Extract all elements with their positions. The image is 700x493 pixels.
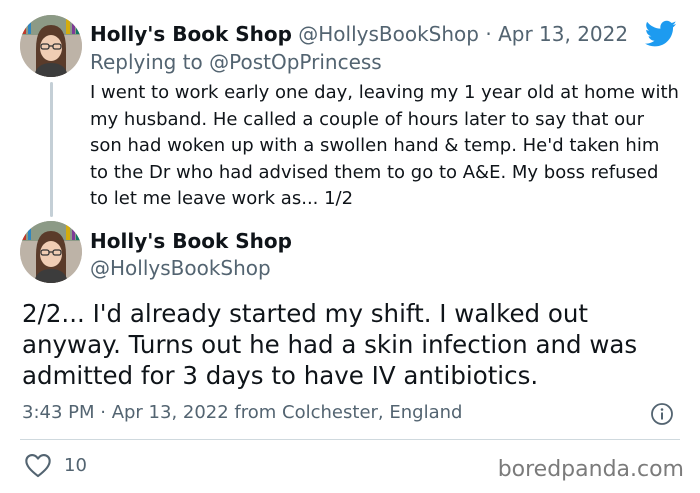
- like-count: 10: [64, 455, 87, 476]
- replying-to: Replying to @PostOpPrincess: [90, 48, 382, 76]
- tweet-date[interactable]: Apr 13, 2022: [498, 22, 628, 46]
- author-handle[interactable]: @HollysBookShop: [298, 22, 479, 46]
- avatar[interactable]: [20, 15, 82, 77]
- dot-separator: ·: [485, 22, 492, 46]
- twitter-bird-icon[interactable]: [645, 20, 677, 48]
- profile-photo: [20, 15, 82, 77]
- tweet-text: I went to work early one day, leaving my…: [90, 82, 679, 209]
- author-name[interactable]: Holly's Book Shop: [90, 227, 292, 255]
- replying-prefix: Replying to: [90, 50, 203, 74]
- author-handle[interactable]: @HollysBookShop: [90, 254, 271, 282]
- tweet-timestamp[interactable]: 3:43 PM · Apr 13, 2022 from Colchester, …: [22, 400, 462, 426]
- heart-icon[interactable]: [24, 452, 52, 478]
- profile-photo: [20, 221, 82, 283]
- divider: [20, 439, 680, 440]
- replying-to-handle[interactable]: @PostOpPrincess: [209, 50, 382, 74]
- watermark: boredpanda.com: [497, 457, 684, 482]
- tweet-text: 2/2... I'd already started my shift. I w…: [22, 299, 638, 390]
- info-icon[interactable]: [650, 402, 674, 426]
- tweet-header: Holly's Book Shop @HollysBookShop · Apr …: [90, 20, 628, 48]
- avatar[interactable]: [20, 221, 82, 283]
- thread-connector-line: [50, 82, 53, 217]
- author-name[interactable]: Holly's Book Shop: [90, 22, 292, 46]
